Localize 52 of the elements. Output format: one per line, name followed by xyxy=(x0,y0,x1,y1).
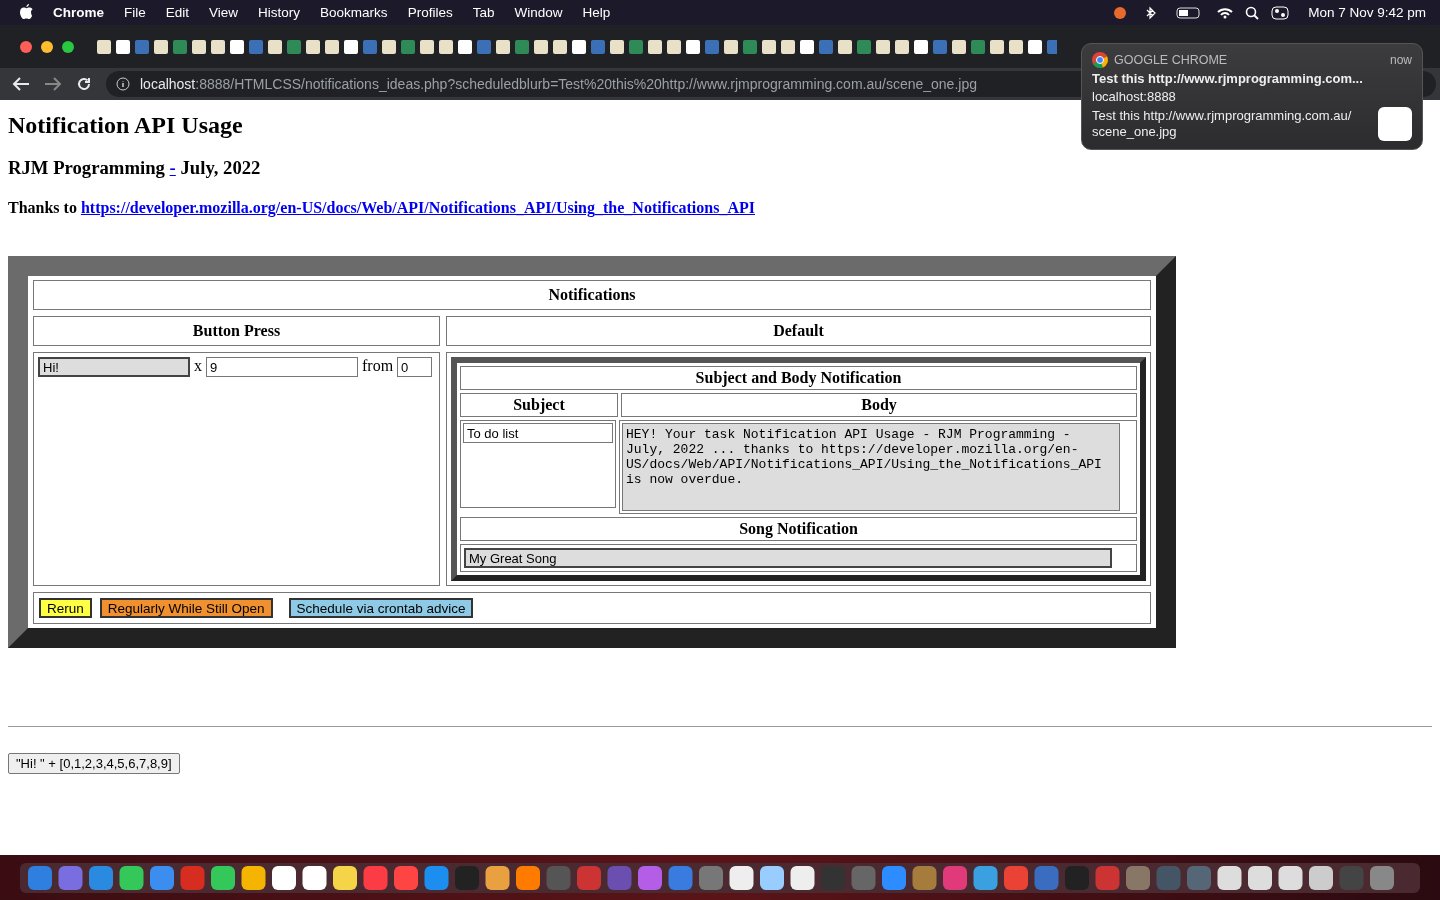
tab-favicons-drawing[interactable] xyxy=(97,38,1057,55)
byline-link[interactable]: - xyxy=(169,157,176,178)
menu-item[interactable]: Help xyxy=(582,5,611,20)
count-field[interactable]: 9 xyxy=(206,357,358,377)
song-field[interactable]: My Great Song xyxy=(464,548,1112,568)
table-title: Song Notification xyxy=(460,517,1137,541)
menu-item[interactable]: File xyxy=(124,5,146,20)
from-field[interactable]: 0 xyxy=(397,357,433,377)
column-header: Default xyxy=(446,316,1151,346)
subject-field[interactable]: To do list xyxy=(463,423,613,443)
back-icon[interactable] xyxy=(12,76,30,92)
notification-time: now xyxy=(1390,53,1412,67)
notification-body: Test this http://www.rjmprogramming.com.au/ scene_one.jpg xyxy=(1092,108,1353,140)
from-label: from xyxy=(362,357,394,375)
forward-icon[interactable] xyxy=(44,76,62,92)
app-menu[interactable]: Chrome xyxy=(53,5,104,20)
notification-title: Test this http://www.rjmprogramming.com... xyxy=(1092,71,1364,86)
menu-item[interactable]: Profiles xyxy=(407,5,453,20)
action-button[interactable]: Regularly While Still Open xyxy=(99,598,273,618)
menu-item[interactable]: Tab xyxy=(472,5,495,20)
thanks-text: Thanks to https://developer.mozilla.org/en-US/docs/Web/API/Notifications_API/Using_the_Notifications_API xyxy=(8,199,756,217)
dock-apps-drawing[interactable] xyxy=(20,862,1420,893)
table-title: Subject and Body Notification xyxy=(460,366,1137,390)
times-label: x xyxy=(194,357,202,375)
action-button[interactable]: Rerun xyxy=(39,598,92,618)
info-icon[interactable] xyxy=(116,77,130,91)
column-header: Body xyxy=(621,393,1137,417)
menu-item[interactable]: Edit xyxy=(165,5,190,20)
sequence-button[interactable]: "Hi! " + [0,1,2,3,4,5,6,7,8,9] xyxy=(8,753,180,774)
column-header: Subject xyxy=(460,393,618,417)
thanks-link[interactable]: https://developer.mozilla.org/en-US/docs/Web/API/Notifications_API/Using_the_Notifications_API xyxy=(80,199,755,216)
menu-item[interactable]: History xyxy=(258,5,301,20)
apple-menu-icon[interactable] xyxy=(20,3,33,22)
action-button[interactable]: Schedule via crontab advice xyxy=(288,598,474,618)
panel-title: Notifications xyxy=(33,280,1151,310)
menu-item[interactable]: Window xyxy=(514,5,563,20)
reload-icon[interactable] xyxy=(76,76,92,92)
notification-app: GOOGLE CHROME xyxy=(1114,53,1229,67)
minimize-window-button[interactable] xyxy=(41,40,53,53)
zoom-window-button[interactable] xyxy=(62,40,74,53)
menu-bar-clock[interactable]: Mon 7 Nov 9:42 pm xyxy=(1308,5,1426,20)
message-field[interactable]: Hi! xyxy=(38,357,190,377)
menu-item[interactable]: View xyxy=(209,5,239,20)
notification-thumbnail xyxy=(1378,107,1412,141)
body-field[interactable]: HEY! Your task Notification API Usage - RJM Programming - July, 2022 ... thanks to https://developer.mozilla.org/en-US/docs/Web/API/Notifications_API/Using_the_Notifications_API is now overdue. xyxy=(622,423,1120,511)
notification-banner[interactable]: GOOGLE CHROME now Test this http://www.rjmprogramming.com... localhost:8888 Test this http://www.rjmprogramming.com.au/ scene_one.jpg xyxy=(1081,43,1423,150)
browser-logo-icon xyxy=(1092,52,1108,68)
menu-item[interactable]: Bookmarks xyxy=(320,5,388,20)
close-window-button[interactable] xyxy=(20,40,32,53)
column-header: Button Press xyxy=(33,316,440,346)
page-heading: Notification API Usage xyxy=(8,112,243,139)
byline: RJM Programming - July, 2022 xyxy=(8,157,262,179)
